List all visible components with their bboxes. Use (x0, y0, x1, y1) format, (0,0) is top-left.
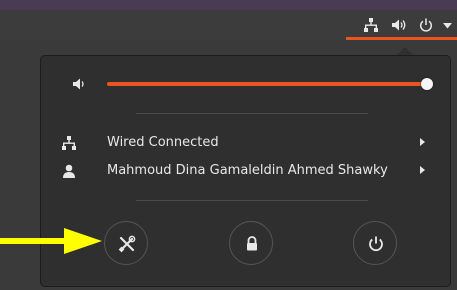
volume-slider-track[interactable] (107, 82, 428, 86)
dropdown-arrow-icon[interactable] (443, 23, 452, 29)
tools-icon (118, 235, 136, 253)
power-off-button[interactable] (353, 221, 397, 265)
top-strip (0, 0, 457, 10)
power-icon (369, 236, 383, 252)
volume-slider-knob[interactable] (421, 78, 433, 90)
wired-label: Wired Connected (107, 135, 219, 150)
separator (136, 200, 368, 201)
volume-icon[interactable] (391, 18, 407, 32)
settings-button[interactable] (104, 221, 148, 265)
submenu-arrow-icon (420, 138, 425, 146)
menu-item-user[interactable]: Mahmoud Dina Gamaleldin Ahmed Shawky (62, 159, 442, 185)
submenu-arrow-icon (420, 166, 425, 174)
lock-icon (247, 236, 257, 251)
separator (136, 113, 368, 114)
lock-button[interactable] (229, 221, 273, 265)
network-icon[interactable] (364, 18, 378, 32)
user-icon (63, 164, 75, 178)
system-menu-active-underline (346, 37, 457, 40)
network-wired-icon (62, 136, 76, 150)
power-icon[interactable] (419, 18, 433, 32)
menu-item-wired[interactable]: Wired Connected (62, 131, 442, 157)
speaker-icon[interactable] (72, 77, 88, 91)
yellow-arrow-annotation (0, 228, 102, 254)
user-name-label: Mahmoud Dina Gamaleldin Ahmed Shawky (107, 163, 388, 178)
